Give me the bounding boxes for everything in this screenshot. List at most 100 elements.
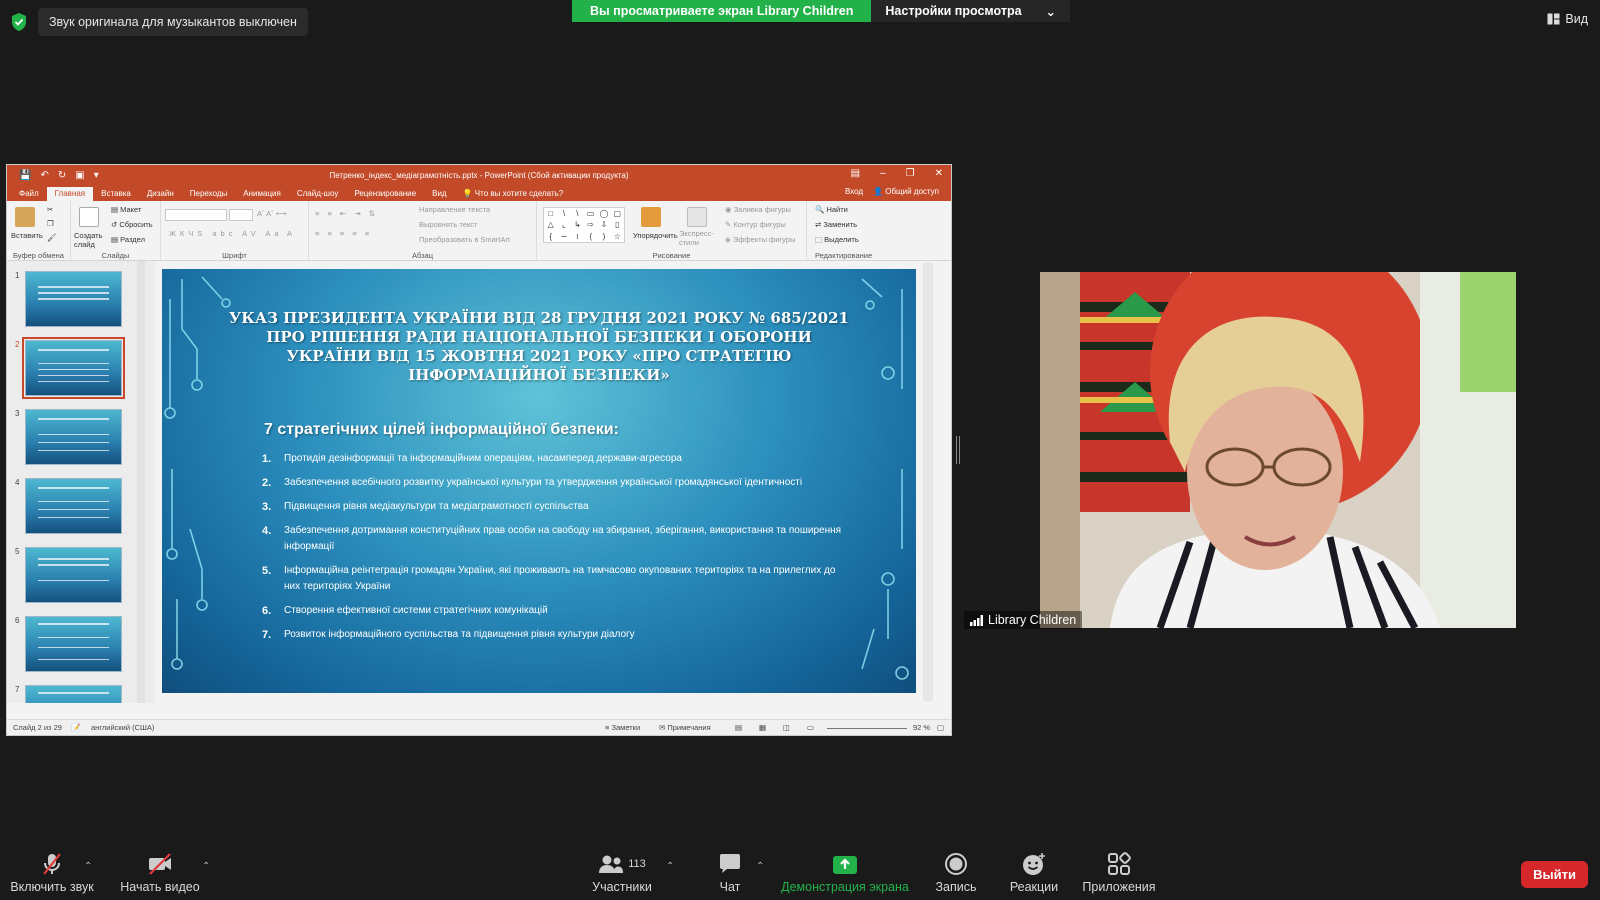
font-family-input[interactable] xyxy=(165,209,227,221)
fit-slide-icon[interactable]: ▢ xyxy=(937,723,944,732)
slide-thumbnail[interactable]: 4 xyxy=(7,476,147,536)
tab-animation[interactable]: Анимация xyxy=(235,187,289,201)
paste-button[interactable]: Вставить xyxy=(11,231,43,240)
textbox-shape-icon[interactable]: □ xyxy=(548,209,553,218)
slideshow-view-icon[interactable]: ▭ xyxy=(807,723,814,732)
shape-effects-button[interactable]: ◈ Эффекты фигуры xyxy=(725,235,795,244)
paste-icon[interactable] xyxy=(15,207,35,227)
elbow-shape-icon[interactable]: ↳ xyxy=(574,220,581,229)
slide-thumbnail[interactable]: 1 xyxy=(7,269,147,329)
unmute-button[interactable]: Включить звук xyxy=(10,852,94,894)
brace-shape-icon[interactable]: { xyxy=(549,232,552,241)
slide-thumbnail[interactable]: 5 xyxy=(7,545,147,605)
wave-shape-icon[interactable]: ≀ xyxy=(576,232,579,241)
redo-icon[interactable]: ↻ xyxy=(58,170,66,181)
new-slide-icon[interactable] xyxy=(79,207,99,227)
save-icon[interactable]: 💾 xyxy=(19,170,31,181)
reading-view-icon[interactable]: ◫ xyxy=(783,723,790,732)
quick-styles-button[interactable]: Экспресс-стили xyxy=(679,229,715,247)
notes-button[interactable]: ≡ Заметки xyxy=(605,723,640,732)
copy-icon[interactable]: ❐ xyxy=(47,219,54,228)
curve-shape-icon[interactable]: ∽ xyxy=(561,232,568,241)
font-grow-shrink-icons[interactable]: Aˆ Aˇ ⟷ xyxy=(257,209,287,218)
shapes-gallery[interactable]: □ \ \ ▭ ◯ ▢ △ ⌞ ↳ ⇨ ⇩ ▯ { ∽ ≀ () ☆ xyxy=(543,207,625,243)
normal-view-icon[interactable]: ▤ xyxy=(735,723,742,732)
zoom-slider[interactable] xyxy=(827,728,907,729)
record-button[interactable]: Запись xyxy=(926,852,986,894)
arrow-down-shape-icon[interactable]: ⇩ xyxy=(601,220,608,229)
slide-thumbnail-selected[interactable]: 2 xyxy=(7,337,147,399)
share-link[interactable]: 👤 Общий доступ xyxy=(873,187,939,196)
participant-video[interactable] xyxy=(1040,272,1516,628)
slide-thumbnail[interactable]: 6 xyxy=(7,614,147,674)
tab-review[interactable]: Рецензирование xyxy=(346,187,424,201)
arrange-button[interactable]: Упорядочить xyxy=(633,231,678,240)
reactions-button[interactable]: Реакции xyxy=(1004,852,1064,894)
tell-me-search[interactable]: 💡 Что вы хотите сделать? xyxy=(455,187,572,201)
replace-button[interactable]: ⇌ Заменить xyxy=(815,220,857,229)
comments-button[interactable]: ✉ Примечания xyxy=(659,723,711,732)
minimize-icon[interactable]: – xyxy=(880,168,886,179)
chat-chevron-icon[interactable]: ⌃ xyxy=(756,861,764,872)
maximize-icon[interactable]: ❐ xyxy=(906,168,915,179)
view-button[interactable]: Вид xyxy=(1547,12,1588,26)
star-shape-icon[interactable]: ☆ xyxy=(614,232,621,241)
shape-outline-button[interactable]: ✎ Контур фигуры xyxy=(725,220,786,229)
new-slide-button[interactable]: Создать слайд xyxy=(74,231,106,249)
line-shape-icon[interactable]: \ xyxy=(563,209,565,218)
list-indent-icons[interactable]: ≡ ≡ ⇤ ⇥ ⇅ xyxy=(315,209,378,218)
ribbon-display-icon[interactable]: ▤ xyxy=(851,168,860,179)
paren-shape-icon[interactable]: ( xyxy=(589,232,592,241)
format-painter-icon[interactable]: 🖌 xyxy=(47,233,57,242)
tab-file[interactable]: Файл xyxy=(11,187,47,201)
rect-shape-icon[interactable]: ▭ xyxy=(587,209,595,218)
signin-link[interactable]: Вход xyxy=(845,187,863,196)
line2-shape-icon[interactable]: \ xyxy=(576,209,578,218)
slide-sorter-icon[interactable]: ▦ xyxy=(759,723,766,732)
font-size-input[interactable] xyxy=(229,209,253,221)
oval-shape-icon[interactable]: ◯ xyxy=(600,209,609,218)
convert-smartart-button[interactable]: Преобразовать в SmartArt xyxy=(419,235,510,244)
slide-canvas[interactable]: УКАЗ ПРЕЗИДЕНТА УКРАЇНИ ВІД 28 ГРУДНЯ 20… xyxy=(162,269,916,693)
find-button[interactable]: 🔍 Найти xyxy=(815,205,848,214)
participants-button[interactable]: 113 Участники xyxy=(584,852,660,894)
start-slideshow-icon[interactable]: ▣ xyxy=(75,170,84,181)
close-icon[interactable]: ✕ xyxy=(935,168,943,179)
text-direction-button[interactable]: Направление текста xyxy=(419,205,490,214)
alignment-icons[interactable]: ≡ ≡ ≡ ≡ ≡ xyxy=(315,229,372,238)
paren2-shape-icon[interactable]: ) xyxy=(603,232,606,241)
chat-button[interactable]: Чат xyxy=(700,852,760,894)
video-options-chevron-icon[interactable]: ⌃ xyxy=(202,861,210,872)
font-format-icons[interactable]: ЖКЧS abc AV Aa xyxy=(169,229,282,238)
slide-thumbnail[interactable]: 7 xyxy=(7,683,147,703)
tab-home[interactable]: Главная xyxy=(46,187,94,201)
panel-resize-handle[interactable] xyxy=(956,436,959,464)
spellcheck-icon[interactable]: 📝 xyxy=(71,723,80,732)
slide-thumbnails-pane[interactable]: 1 2 3 4 5 6 7 xyxy=(7,261,155,703)
font-color-icon[interactable]: A xyxy=(287,229,292,238)
arrow-right-shape-icon[interactable]: ⇨ xyxy=(587,220,594,229)
audio-options-chevron-icon[interactable]: ⌃ xyxy=(84,861,92,872)
customize-qat-icon[interactable]: ▾ xyxy=(94,170,99,181)
reset-button[interactable]: ↺ Сбросить xyxy=(111,220,153,229)
select-button[interactable]: ⬚ Выделить xyxy=(815,235,859,244)
tab-transitions[interactable]: Переходы xyxy=(182,187,236,201)
language-status[interactable]: английский (США) xyxy=(91,723,154,732)
leave-meeting-button[interactable]: Выйти xyxy=(1521,861,1588,888)
cut-icon[interactable]: ✂ xyxy=(47,205,53,214)
arrange-icon[interactable] xyxy=(641,207,661,227)
connector-shape-icon[interactable]: ⌞ xyxy=(562,220,566,229)
section-button[interactable]: ▤ Раздел xyxy=(111,235,145,244)
triangle-shape-icon[interactable]: △ xyxy=(548,220,554,229)
start-video-button[interactable]: Начать видео xyxy=(118,852,202,894)
callout-shape-icon[interactable]: ▯ xyxy=(615,220,619,229)
shape-fill-button[interactable]: ◉ Заливка фигуры xyxy=(725,205,791,214)
tab-view[interactable]: Вид xyxy=(424,187,454,201)
share-screen-button[interactable]: Демонстрация экрана xyxy=(780,854,910,894)
apps-button[interactable]: Приложения xyxy=(1078,852,1160,894)
slide-thumbnail[interactable]: 3 xyxy=(7,407,147,467)
undo-icon[interactable]: ↶ xyxy=(40,170,48,181)
slide-scrollbar[interactable] xyxy=(923,263,933,701)
tab-design[interactable]: Дизайн xyxy=(139,187,182,201)
rounded-rect-shape-icon[interactable]: ▢ xyxy=(614,209,622,218)
